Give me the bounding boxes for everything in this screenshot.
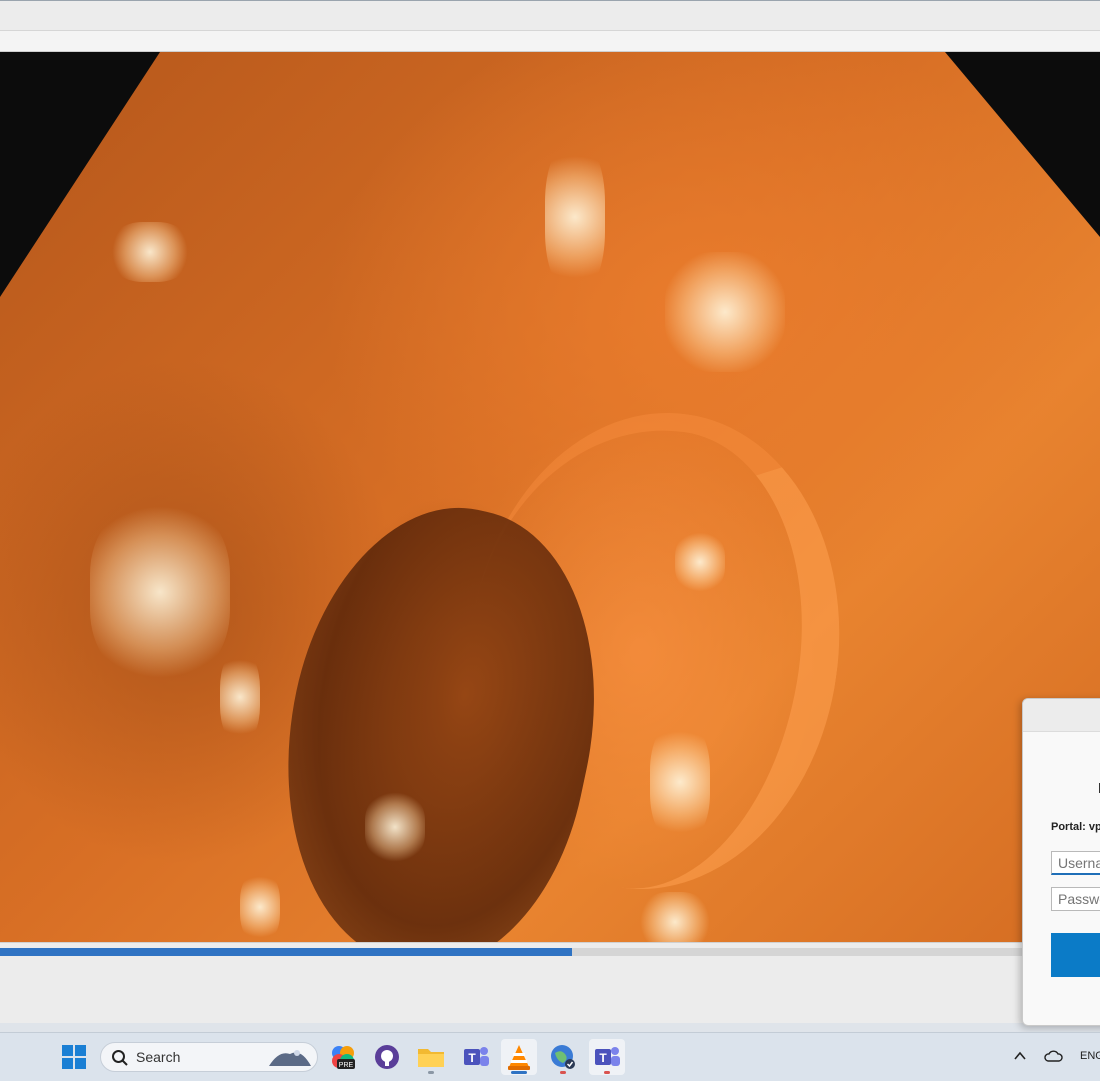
teams-icon: T (464, 1047, 489, 1066)
search-highlight-icon (269, 1050, 311, 1066)
file-explorer-icon (418, 1049, 444, 1067)
light-reflection (650, 722, 710, 842)
light-reflection (545, 142, 605, 292)
portal-label: Portal: vp (1051, 821, 1100, 833)
running-indicator (604, 1071, 610, 1074)
copilot-pre-icon: PRE (332, 1046, 355, 1069)
onedrive-cloud-icon[interactable] (1043, 1048, 1063, 1064)
light-reflection (220, 652, 260, 742)
taskbar: Search PRE T T ENG (0, 1032, 1100, 1081)
search-placeholder: Search (136, 1049, 181, 1065)
light-reflection (90, 502, 230, 682)
window-title-bar (0, 0, 1100, 31)
svg-text:PRE: PRE (339, 1062, 354, 1069)
player-controls (0, 942, 1100, 1023)
search-icon (112, 1050, 128, 1066)
dialog-title-bar (1023, 699, 1100, 732)
light-reflection (110, 222, 190, 282)
vpn-login-dialog: Portal: vp (1022, 698, 1100, 1026)
svg-text:T: T (599, 1051, 607, 1065)
password-field[interactable] (1051, 887, 1100, 911)
taskbar-globalprotect[interactable] (545, 1039, 581, 1075)
taskbar-teams[interactable]: T (458, 1039, 494, 1075)
svg-text:T: T (468, 1051, 476, 1065)
seek-bar[interactable] (0, 948, 1100, 956)
connect-button[interactable] (1051, 933, 1100, 977)
light-reflection (665, 252, 785, 372)
taskbar-github[interactable] (369, 1039, 405, 1075)
light-reflection (240, 872, 280, 942)
taskbar-copilot[interactable]: PRE (325, 1039, 361, 1075)
start-button[interactable] (56, 1039, 92, 1075)
github-icon (375, 1045, 399, 1069)
taskbar-teams-work[interactable]: T (589, 1039, 625, 1075)
active-indicator (511, 1071, 527, 1074)
taskbar-vlc[interactable] (501, 1039, 537, 1075)
light-reflection (640, 892, 710, 942)
taskbar-search[interactable]: Search (100, 1042, 318, 1072)
running-indicator (428, 1071, 434, 1074)
running-indicator (560, 1071, 566, 1074)
seek-bar-fill (0, 948, 572, 956)
language-indicator[interactable]: ENG (1080, 1050, 1100, 1062)
endoscopy-frame (0, 52, 1100, 942)
light-reflection (365, 792, 425, 862)
player-menu-bar (0, 31, 1100, 52)
video-viewport[interactable] (0, 52, 1100, 942)
light-reflection (675, 532, 725, 592)
teams-work-icon: T (595, 1047, 620, 1066)
globalprotect-icon (551, 1045, 575, 1069)
vlc-icon (508, 1045, 530, 1070)
username-field[interactable] (1051, 851, 1100, 875)
windows-start-icon (62, 1045, 86, 1069)
taskbar-file-explorer[interactable] (413, 1039, 449, 1075)
chevron-up-icon[interactable] (1013, 1050, 1027, 1062)
